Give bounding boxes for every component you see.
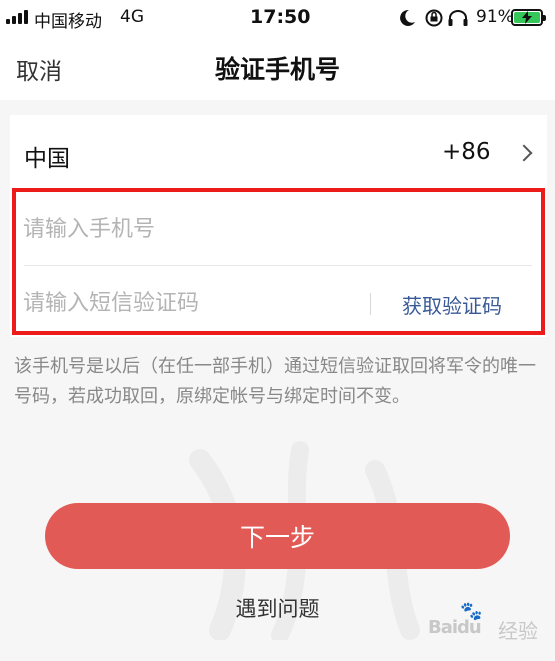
country-code: +86 [442, 139, 491, 165]
instruction-note: 该手机号是以后（在任一部手机）通过短信验证取回将军令的唯一号码，若成功取回，原绑… [14, 356, 536, 407]
moon-icon [400, 9, 415, 26]
country-name: 中国 [24, 146, 70, 172]
baidu-watermark-logo: 🐾 Baidu 经验 [428, 601, 548, 643]
signal-strength-icon [6, 10, 28, 24]
country-selector[interactable]: 中国 +86 [10, 115, 547, 191]
rotation-lock-icon [425, 9, 443, 27]
next-step-button[interactable]: 下一步 [45, 503, 510, 569]
watermark-brand-cn: 经验 [498, 619, 538, 643]
status-time: 17:50 [250, 6, 311, 28]
carrier-name: 中国移动 [34, 12, 102, 32]
phone-number-input[interactable] [23, 211, 523, 247]
divider [370, 293, 371, 315]
battery-charging-icon [511, 9, 546, 26]
battery-percent: 91% [476, 7, 514, 27]
headphones-icon [448, 10, 468, 26]
sms-code-input[interactable] [23, 285, 358, 321]
divider [24, 265, 532, 266]
verify-form-card: 中国 +86 获取验证码 [10, 115, 547, 337]
nav-bar: 取消 验证手机号 [0, 34, 555, 100]
status-icons [400, 9, 468, 27]
page-title: 验证手机号 [214, 55, 340, 84]
watermark-brand: Baidu [428, 617, 482, 638]
status-bar: 中国移动 4G 17:50 91% [0, 0, 555, 34]
chevron-right-icon [515, 144, 533, 162]
network-type: 4G [120, 7, 144, 27]
get-code-button[interactable]: 获取验证码 [402, 290, 502, 319]
